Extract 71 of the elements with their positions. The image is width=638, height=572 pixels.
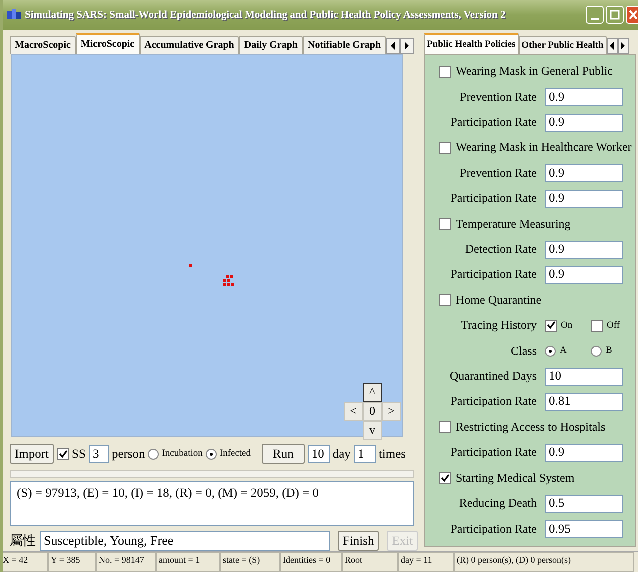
- rate-field[interactable]: 0.9: [545, 266, 623, 284]
- rate-field[interactable]: 0.9: [545, 88, 623, 106]
- status-cell: (R) 0 person(s), (D) 0 person(s): [454, 552, 634, 572]
- field-label: Tracing History: [460, 318, 537, 334]
- tab[interactable]: Notifiable Graph: [302, 36, 386, 54]
- field-label: Participation Rate: [450, 522, 537, 537]
- field-label: Prevention Rate: [459, 90, 537, 105]
- pan-right-button[interactable]: >: [382, 402, 401, 421]
- policy-label: Wearing Mask in General Public: [456, 64, 613, 80]
- person-label: person: [112, 446, 146, 462]
- tab[interactable]: Daily Graph: [239, 36, 303, 54]
- attributes-label: 屬性: [10, 532, 36, 550]
- field-label: Class: [510, 344, 537, 359]
- times-label: times: [378, 446, 406, 462]
- tab[interactable]: Other Public Health: [518, 36, 607, 54]
- option-label: A: [560, 346, 567, 356]
- rate-field[interactable]: 0.9: [545, 190, 623, 208]
- rate-field[interactable]: 0.9: [545, 114, 623, 132]
- pan-down-button[interactable]: v: [363, 420, 382, 440]
- import-button[interactable]: Import: [10, 444, 54, 464]
- rate-field[interactable]: 0.9: [545, 240, 623, 259]
- rate-field[interactable]: 0.81: [545, 392, 623, 411]
- field-label: Quarantined Days: [449, 369, 537, 384]
- attributes-field[interactable]: Susceptible, Young, Free: [40, 531, 330, 551]
- policy-label: Wearing Mask in Healthcare Worker: [456, 140, 632, 156]
- rate-field[interactable]: 0.9: [545, 444, 623, 462]
- zoom-reset-button[interactable]: 0: [363, 402, 382, 421]
- policy-label: Home Quarantine: [456, 292, 542, 308]
- option-label: Off: [607, 320, 620, 331]
- status-cell: amount = 1: [156, 552, 220, 572]
- field-label: Participation Rate: [450, 191, 537, 206]
- summary-text: (S) = 97913, (E) = 10, (I) = 18, (R) = 0, (M) = 2059, (D) = 0: [17, 486, 319, 500]
- rate-field[interactable]: 0.5: [545, 494, 623, 513]
- status-cell: Identities = 0: [280, 552, 342, 572]
- status-cell: day = 11: [398, 552, 454, 572]
- tab[interactable]: Accumulative Graph: [140, 36, 240, 54]
- field-label: Detection Rate: [464, 242, 537, 258]
- field-label: Participation Rate: [450, 267, 537, 282]
- status-cell: Y = 385: [48, 552, 96, 572]
- field-label: Participation Rate: [450, 115, 537, 130]
- pan-left-button[interactable]: <: [344, 402, 363, 421]
- pan-up-button[interactable]: ^: [363, 382, 382, 402]
- policy-label: Temperature Measuring: [456, 216, 571, 232]
- rate-field[interactable]: 0.9: [545, 164, 623, 182]
- rate-field[interactable]: 0.95: [545, 520, 623, 538]
- window-title: Simulating SARS: Small-World Epidemiological Modeling and Public Health Policy Assessments, Version 2: [25, 10, 506, 20]
- times-field[interactable]: 1: [354, 445, 376, 464]
- field-label: Participation Rate: [450, 394, 537, 410]
- status-cell: X = 42: [3, 552, 48, 572]
- policy-label: Starting Medical System: [456, 470, 575, 486]
- rate-field[interactable]: 10: [545, 368, 623, 386]
- option-label: B: [606, 346, 612, 356]
- field-label: Prevention Rate: [459, 166, 537, 181]
- tab[interactable]: MicroScopic: [76, 32, 140, 54]
- field-label: Reducing Death: [458, 496, 537, 512]
- status-cell: No. = 98147: [96, 552, 156, 572]
- field-label: Participation Rate: [450, 445, 537, 460]
- tab[interactable]: Public Health Policies: [424, 33, 519, 54]
- finish-button[interactable]: Finish: [338, 531, 380, 551]
- day-label: day: [332, 446, 351, 462]
- days-field[interactable]: 10: [308, 445, 330, 464]
- option-label: On: [561, 320, 573, 331]
- count-field[interactable]: 3: [88, 445, 109, 464]
- status-cell: Root: [342, 552, 398, 572]
- ss-label: SS: [72, 446, 86, 462]
- policy-label: Restricting Access to Hospitals: [456, 420, 606, 435]
- radio-label: Incubation: [162, 449, 203, 460]
- run-button[interactable]: Run: [262, 444, 305, 464]
- radio-label: Infected: [220, 449, 252, 460]
- status-cell: state = (S): [220, 552, 280, 572]
- tab[interactable]: MacroScopic: [10, 36, 76, 54]
